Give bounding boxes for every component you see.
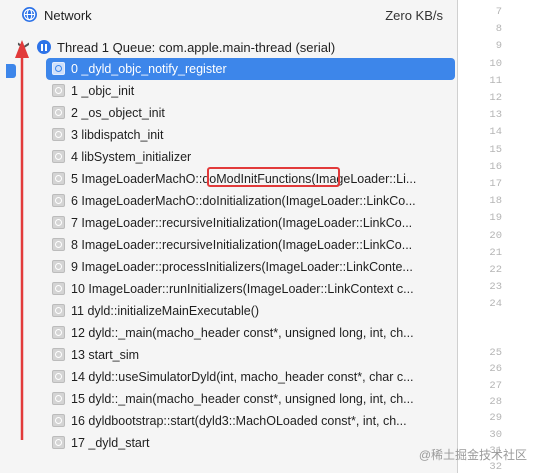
stack-frame-label: 2 _os_object_init bbox=[71, 106, 165, 120]
stack-frame-label: 11 dyld::initializeMainExecutable() bbox=[71, 304, 260, 318]
stack-frame-label: 7 ImageLoader::recursiveInitialization(I… bbox=[71, 216, 413, 230]
stack-frame-row[interactable]: 8 ImageLoader::recursiveInitialization(I… bbox=[0, 234, 457, 256]
watermark: @稀土掘金技术社区 bbox=[419, 446, 527, 463]
stack-frame-row[interactable]: 13 start_sim bbox=[0, 344, 457, 366]
line-number: 10 bbox=[489, 57, 502, 70]
line-number: 24 bbox=[489, 298, 502, 311]
line-number: 16 bbox=[489, 160, 502, 173]
line-number: 11 bbox=[489, 74, 502, 87]
line-number: 23 bbox=[489, 281, 502, 294]
debug-navigator: Network Zero KB/s ❯ Thread 1 Queue: com.… bbox=[0, 0, 458, 473]
stack-frame-label: 17 _dyld_start bbox=[71, 436, 150, 450]
thread-row[interactable]: ❯ Thread 1 Queue: com.apple.main-thread … bbox=[0, 36, 457, 58]
line-number: 22 bbox=[489, 264, 502, 276]
network-speed: Zero KB/s bbox=[385, 8, 443, 23]
line-number: 29 bbox=[489, 412, 502, 425]
line-number: 30 bbox=[489, 428, 502, 441]
stack-frame-row[interactable]: 17 _dyld_start bbox=[0, 432, 457, 454]
stack-frame-row[interactable]: 6 ImageLoaderMachO::doInitialization(Ima… bbox=[0, 190, 457, 212]
line-number: 13 bbox=[489, 109, 502, 122]
stack-frame-label: 0 _dyld_objc_notify_register bbox=[71, 62, 227, 76]
stack-frame-row[interactable]: 7 ImageLoader::recursiveInitialization(I… bbox=[0, 212, 457, 234]
stack-frame-label: 9 ImageLoader::processInitializers(Image… bbox=[71, 260, 413, 274]
stack-frame-label: 16 dyldbootstrap::start(dyld3::MachOLoad… bbox=[71, 414, 407, 428]
line-number: 21 bbox=[489, 246, 502, 259]
line-number: 28 bbox=[489, 395, 502, 408]
line-number: 14 bbox=[489, 126, 502, 139]
line-number: 25 bbox=[489, 347, 502, 359]
watermark-text: @稀土掘金技术社区 bbox=[418, 448, 527, 462]
stack-frame-row[interactable]: 9 ImageLoader::processInitializers(Image… bbox=[0, 256, 457, 278]
stack-frame-row[interactable]: 4 libSystem_initializer bbox=[0, 146, 457, 168]
stack-frame-label: 8 ImageLoader::recursiveInitialization(I… bbox=[71, 238, 413, 252]
line-number: 9 bbox=[495, 40, 502, 53]
thread-label: Thread 1 Queue: com.apple.main-thread (s… bbox=[57, 40, 336, 55]
stack-frame-row[interactable]: 10 ImageLoader::runInitializers(ImageLoa… bbox=[0, 278, 457, 300]
stack-frame-row[interactable]: 15 dyld::_main(macho_header const*, unsi… bbox=[0, 388, 457, 410]
line-number: 20 bbox=[489, 229, 502, 242]
line-number: 7 bbox=[495, 6, 502, 18]
line-number: 17 bbox=[489, 178, 502, 190]
stack-frame-label: 13 start_sim bbox=[71, 348, 140, 362]
stack-frame-row[interactable]: 0 _dyld_objc_notify_register bbox=[0, 58, 457, 80]
line-number: 26 bbox=[489, 363, 502, 376]
stack-frame-row[interactable]: 12 dyld::_main(macho_header const*, unsi… bbox=[0, 322, 457, 344]
line-number: 19 bbox=[489, 212, 502, 225]
line-number: 15 bbox=[489, 143, 502, 156]
line-number: 27 bbox=[489, 379, 502, 392]
stack-frame-label: 3 libdispatch_init bbox=[71, 128, 164, 142]
stack-frame-label: 4 libSystem_initializer bbox=[71, 150, 192, 164]
stack-frame-row[interactable]: 11 dyld::initializeMainExecutable() bbox=[0, 300, 457, 322]
stack-frame-label: 15 dyld::_main(macho_header const*, unsi… bbox=[71, 392, 414, 406]
network-row[interactable]: Network Zero KB/s bbox=[0, 4, 457, 26]
stack-frame-row[interactable]: 3 libdispatch_init bbox=[0, 124, 457, 146]
stack-frame-row[interactable]: 14 dyld::useSimulatorDyld(int, macho_hea… bbox=[0, 366, 457, 388]
stack-frame-row[interactable]: 2 _os_object_init bbox=[0, 102, 457, 124]
line-number: 12 bbox=[489, 92, 502, 104]
stack-frame-row[interactable]: 16 dyldbootstrap::start(dyld3::MachOLoad… bbox=[0, 410, 457, 432]
stack-frame-label: 1 _objc_init bbox=[71, 84, 135, 98]
stack-frame-row[interactable]: 1 _objc_init bbox=[0, 80, 457, 102]
line-number: 18 bbox=[489, 195, 502, 208]
stack-frame-label: 10 ImageLoader::runInitializers(ImageLoa… bbox=[71, 282, 414, 296]
line-number-gutter: 7 8 9 10 11 12 13 14 15 16 17 18 19 20 21 22 23 24 25 26 27… bbox=[458, 0, 535, 473]
line-number: 8 bbox=[495, 23, 502, 36]
stack-frame-label: 6 ImageLoaderMachO::doInitialization(Ima… bbox=[71, 194, 416, 208]
annotation-highlight-box bbox=[207, 167, 340, 187]
stack-frame-label: 14 dyld::useSimulatorDyld(int, macho_hea… bbox=[71, 370, 414, 384]
stack-frame-label: 12 dyld::_main(macho_header const*, unsi… bbox=[71, 326, 414, 340]
annotation-arrow bbox=[15, 40, 29, 440]
